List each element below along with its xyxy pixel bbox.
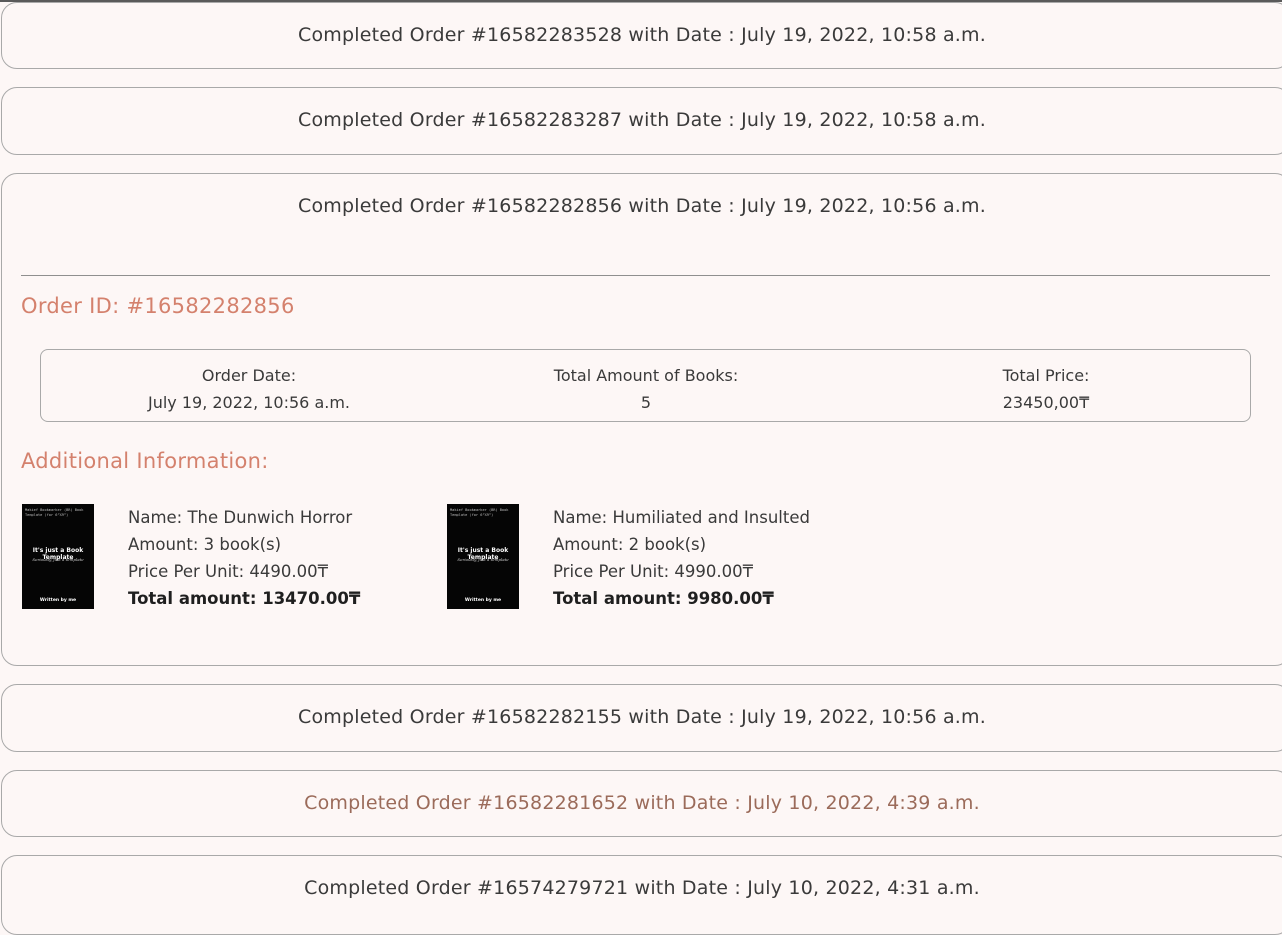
book-amount: Amount: 2 book(s) <box>553 535 707 554</box>
order-card[interactable]: Completed Order #16582282155 with Date :… <box>1 684 1282 752</box>
book-cover-image[interactable]: Makief Bookmarker (BR) Book Template (fo… <box>447 504 519 609</box>
order-card-hovered[interactable]: Completed Order #16582281652 with Date :… <box>1 770 1282 837</box>
book-cover-image[interactable]: Makief Bookmarker (BR) Book Template (fo… <box>22 504 94 609</box>
order-card[interactable]: Completed Order #16582283528 with Date :… <box>1 2 1282 69</box>
book-total-amount: Total amount: 13470.00₸ <box>128 589 361 608</box>
order-header[interactable]: Completed Order #16574279721 with Date :… <box>2 877 1282 899</box>
additional-info-title: Additional Information: <box>21 449 269 473</box>
order-date-value: July 19, 2022, 10:56 a.m. <box>147 393 351 412</box>
order-header[interactable]: Completed Order #16582283528 with Date :… <box>2 24 1282 46</box>
order-id-title: Order ID: #16582282856 <box>21 294 295 318</box>
order-header[interactable]: Completed Order #16582282856 with Date :… <box>2 195 1282 217</box>
order-card[interactable]: Completed Order #16582283287 with Date :… <box>1 87 1282 155</box>
order-summary: Order Date: July 19, 2022, 10:56 a.m. To… <box>40 349 1251 422</box>
cover-top-text: Makief Bookmarker (BR) Book Template (fo… <box>25 508 84 517</box>
total-books-label: Total Amount of Books: <box>553 366 739 385</box>
book-info: Name: Humiliated and Insulted Amount: 2 … <box>553 504 810 612</box>
book-unit-price: Price Per Unit: 4490.00₸ <box>128 562 329 581</box>
book-unit-price: Price Per Unit: 4990.00₸ <box>553 562 754 581</box>
cover-subtitle: Seriously, just a template <box>457 557 509 562</box>
order-date-section: Order Date: July 19, 2022, 10:56 a.m. <box>41 362 457 416</box>
cover-author: Written by me <box>464 598 502 603</box>
cover-top-text: Makief Bookmarker (BR) Book Template (fo… <box>450 508 509 517</box>
book-total-amount: Total amount: 9980.00₸ <box>553 589 774 608</box>
total-price-section: Total Price: 23450,00₸ <box>846 362 1246 416</box>
order-header[interactable]: Completed Order #16582281652 with Date :… <box>2 792 1282 814</box>
cover-author: Written by me <box>39 598 77 603</box>
total-price-value: 23450,00₸ <box>1002 393 1090 412</box>
total-books-value: 5 <box>640 393 652 412</box>
total-books-section: Total Amount of Books: 5 <box>446 362 846 416</box>
order-header[interactable]: Completed Order #16582282155 with Date :… <box>2 706 1282 728</box>
total-price-label: Total Price: <box>1002 366 1090 385</box>
divider <box>21 275 1270 276</box>
book-name: Name: The Dunwich Horror <box>128 508 353 527</box>
book-name: Name: Humiliated and Insulted <box>553 508 810 527</box>
book-item: Makief Bookmarker (BR) Book Template (fo… <box>447 504 847 614</box>
order-header[interactable]: Completed Order #16582283287 with Date :… <box>2 109 1282 131</box>
book-info: Name: The Dunwich Horror Amount: 3 book(… <box>128 504 360 612</box>
book-amount: Amount: 3 book(s) <box>128 535 282 554</box>
order-card[interactable]: Completed Order #16574279721 with Date :… <box>1 855 1282 935</box>
order-date-label: Order Date: <box>201 366 297 385</box>
order-card-expanded[interactable]: Completed Order #16582282856 with Date :… <box>1 173 1282 666</box>
cover-subtitle: Seriously, just a template <box>32 557 84 562</box>
book-item: Makief Bookmarker (BR) Book Template (fo… <box>22 504 422 614</box>
